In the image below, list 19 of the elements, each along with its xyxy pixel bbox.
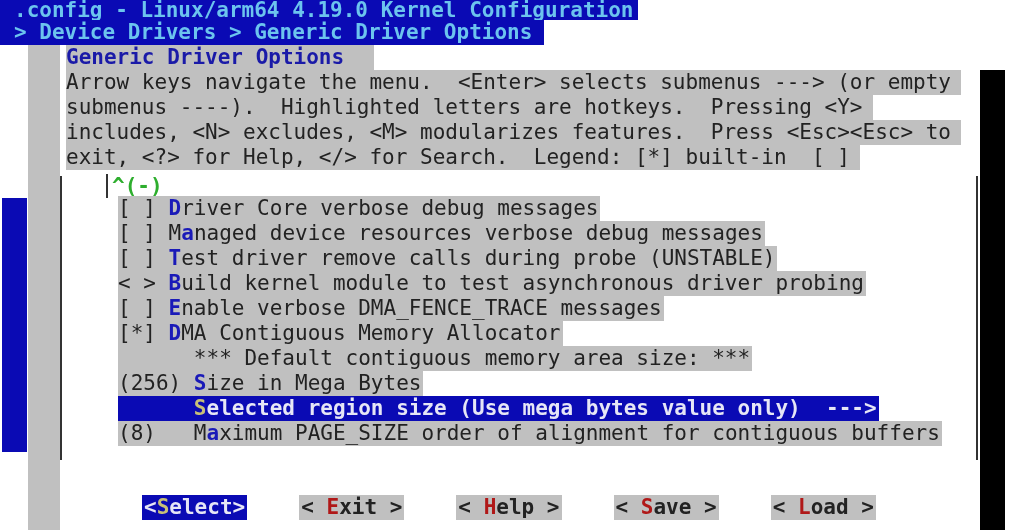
menu-item[interactable]: (256) Size in Mega Bytes [118, 371, 424, 396]
menu-button[interactable]: <Select> [142, 495, 248, 520]
help-text: Arrow keys navigate the menu. <Enter> selects submenus ---> (or empty submenus ----). Highlighted letters are hotkeys. Pressing <Y> includes, <N> excludes, <M> modularizes features. Press <Esc><Esc> to exit, <?> for Help, </> for Search. Legend: [*] built-in [ ] [28, 70, 978, 170]
window-title: .config - Linux/arm64 4.19.0 Kernel Configuration [0, 0, 638, 20]
menu-item[interactable]: [ ] D river Core verbose debug messages [118, 196, 601, 221]
menu-item[interactable]: [ ] Enable verbose DMA_FENCE_TRACE messages [118, 296, 664, 321]
dialog-title: Generic Driver Options [66, 45, 375, 70]
menu-item[interactable]: *** Default contiguous memory area size: *** [118, 346, 753, 371]
menu-item[interactable]: [ ] Managed device resources verbose debug messages [118, 221, 765, 246]
menu-item[interactable]: [*] DMA Contiguous Memory Allocator [118, 321, 563, 346]
breadcrumb: > Device Drivers > Generic Driver Options [0, 20, 545, 45]
menu-button[interactable]: < Help > [456, 495, 562, 520]
menu-button[interactable]: < Save > [613, 495, 719, 520]
menu-item[interactable]: (8) Maximum PAGE_SIZE order of alignment for contiguous buffers [118, 421, 942, 446]
menu-item[interactable]: < > Build kernel module to test asynchronous driver probing [118, 271, 866, 296]
menu-item[interactable]: [ ] Test driver remove calls during probe (UNSTABLE) [118, 246, 778, 271]
menu-button[interactable]: < Load > [770, 495, 876, 520]
menu-button[interactable]: < Exit > [299, 495, 405, 520]
menu-item[interactable]: Selected region size (Use mega bytes value only) ---> [118, 396, 879, 421]
